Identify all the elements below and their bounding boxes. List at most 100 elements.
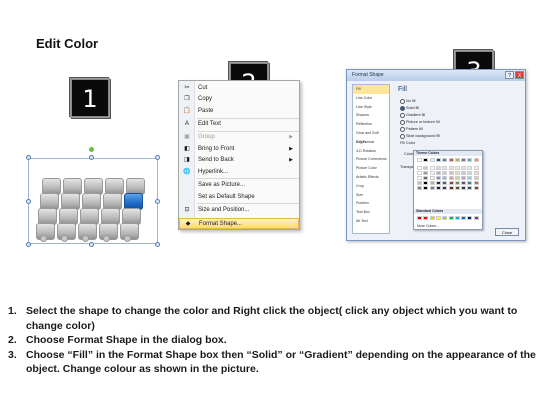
category-text-box[interactable]: Text Box (353, 208, 389, 217)
category-position[interactable]: Position (353, 199, 389, 208)
color-swatch[interactable] (442, 158, 448, 162)
color-swatch[interactable] (448, 171, 454, 175)
color-swatch[interactable] (473, 176, 479, 180)
color-swatch[interactable] (461, 216, 467, 220)
fill-option-picture-or-texture-fill[interactable]: Picture or texture fill (400, 119, 440, 125)
color-swatch[interactable] (467, 176, 473, 180)
resize-handle[interactable] (89, 155, 94, 160)
category-3-d-format[interactable]: 3-D Format (353, 138, 389, 147)
color-swatch[interactable] (429, 158, 435, 162)
color-swatch[interactable] (461, 176, 467, 180)
color-swatch[interactable] (473, 166, 479, 170)
category-crop[interactable]: Crop (353, 182, 389, 191)
menu-item-send-to-back[interactable]: ◨ Send to Back ▶ (179, 155, 299, 166)
color-swatch[interactable] (473, 171, 479, 175)
menu-item-copy[interactable]: ❐ Copy (179, 94, 299, 105)
color-swatch[interactable] (429, 186, 435, 190)
menu-item-size-and-position[interactable]: ⊡ Size and Position... (179, 205, 299, 216)
color-swatch[interactable] (417, 186, 422, 190)
color-swatch[interactable] (417, 176, 422, 180)
menu-item-edit-text[interactable]: A Edit Text (179, 119, 299, 130)
color-swatch[interactable] (467, 216, 473, 220)
category-alt-text[interactable]: Alt Text (353, 217, 389, 226)
category-size[interactable]: Size (353, 191, 389, 200)
color-swatch[interactable] (473, 186, 479, 190)
puzzle-shape[interactable] (26, 147, 160, 250)
fill-option-pattern-fill[interactable]: Pattern fill (400, 126, 423, 132)
color-swatch[interactable] (454, 176, 460, 180)
color-swatch[interactable] (442, 176, 448, 180)
fill-option-slide-background-fill[interactable]: Slide background fill (400, 133, 440, 139)
close-icon[interactable]: X (515, 71, 524, 79)
color-swatch[interactable] (435, 216, 441, 220)
menu-item-set-as-default-shape[interactable]: Set as Default Shape (179, 192, 299, 203)
color-swatch[interactable] (448, 166, 454, 170)
color-swatch[interactable] (429, 176, 435, 180)
category-fill[interactable]: Fill (353, 85, 389, 94)
more-colors-link[interactable]: More Colors... (417, 224, 439, 228)
color-swatch[interactable] (454, 181, 460, 185)
color-swatch[interactable] (435, 171, 441, 175)
category-picture-color[interactable]: Picture Color (353, 164, 389, 173)
color-swatch[interactable] (448, 181, 454, 185)
color-swatch[interactable] (442, 171, 448, 175)
color-swatch[interactable] (429, 181, 435, 185)
color-swatch[interactable] (435, 166, 441, 170)
close-button[interactable]: Close (495, 228, 519, 236)
color-swatch[interactable] (473, 158, 479, 162)
color-swatch[interactable] (423, 181, 429, 185)
color-swatch[interactable] (429, 216, 435, 220)
resize-handle[interactable] (26, 242, 31, 247)
color-swatch[interactable] (448, 176, 454, 180)
category-reflection[interactable]: Reflection (353, 120, 389, 129)
color-swatch[interactable] (467, 158, 473, 162)
resize-handle[interactable] (26, 155, 31, 160)
menu-item-paste[interactable]: 📋 Paste (179, 106, 299, 117)
color-swatch[interactable] (435, 158, 441, 162)
color-swatch[interactable] (429, 171, 435, 175)
fill-option-gradient-fill[interactable]: Gradient fill (400, 112, 425, 118)
color-swatch[interactable] (417, 166, 422, 170)
category-line-color[interactable]: Line Color (353, 94, 389, 103)
color-swatch[interactable] (473, 216, 479, 220)
color-swatch[interactable] (461, 166, 467, 170)
category-shadow[interactable]: Shadow (353, 111, 389, 120)
color-swatch[interactable] (423, 176, 429, 180)
color-swatch[interactable] (454, 186, 460, 190)
color-swatch[interactable] (423, 158, 429, 162)
color-swatch[interactable] (467, 181, 473, 185)
resize-handle[interactable] (26, 199, 31, 204)
color-swatch[interactable] (417, 216, 422, 220)
color-swatch[interactable] (417, 158, 422, 162)
category-line-style[interactable]: Line Style (353, 103, 389, 112)
category-glow-and-soft-edges[interactable]: Glow and Soft Edges (353, 129, 389, 144)
color-swatch[interactable] (423, 171, 429, 175)
color-swatch[interactable] (461, 181, 467, 185)
color-swatch[interactable] (461, 186, 467, 190)
color-swatch[interactable] (435, 186, 441, 190)
color-swatch[interactable] (448, 216, 454, 220)
color-swatch[interactable] (467, 171, 473, 175)
fill-option-solid-fill[interactable]: Solid fill (400, 105, 419, 111)
fill-option-no-fill[interactable]: No fill (400, 98, 416, 104)
color-swatch[interactable] (429, 166, 435, 170)
color-swatch[interactable] (454, 171, 460, 175)
color-swatch[interactable] (417, 171, 422, 175)
color-swatch[interactable] (461, 158, 467, 162)
category-artistic-effects[interactable]: Artistic Effects (353, 173, 389, 182)
menu-item-bring-to-front[interactable]: ◧ Bring to Front ▶ (179, 144, 299, 155)
resize-handle[interactable] (155, 199, 160, 204)
color-swatch[interactable] (454, 216, 460, 220)
color-swatch[interactable] (442, 166, 448, 170)
color-swatch[interactable] (442, 216, 448, 220)
menu-item-save-as-picture[interactable]: Save as Picture... (179, 180, 299, 191)
color-swatch[interactable] (442, 186, 448, 190)
color-swatch[interactable] (454, 166, 460, 170)
resize-handle[interactable] (155, 155, 160, 160)
color-swatch[interactable] (423, 216, 429, 220)
color-swatch[interactable] (467, 186, 473, 190)
color-swatch[interactable] (454, 158, 460, 162)
color-swatch[interactable] (442, 181, 448, 185)
menu-item-cut[interactable]: ✂ Cut (179, 83, 299, 94)
color-swatch[interactable] (435, 181, 441, 185)
